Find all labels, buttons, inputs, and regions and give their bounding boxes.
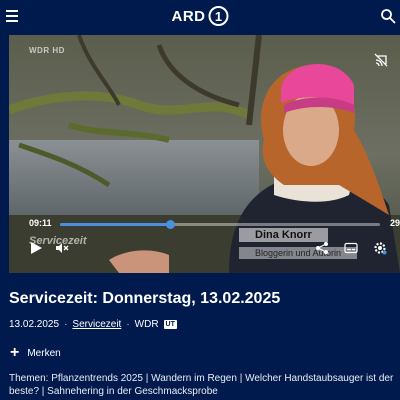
separator: · (64, 319, 68, 330)
progress-bar[interactable] (60, 220, 380, 229)
share-icon[interactable] (315, 241, 329, 255)
hamburger-menu-icon[interactable] (6, 10, 20, 22)
progress-fill (60, 223, 171, 226)
mute-icon[interactable] (55, 241, 69, 255)
ut-badge: UT (163, 320, 177, 329)
current-time: 09:11 (29, 218, 52, 228)
logo-text: ARD (171, 7, 206, 25)
search-icon[interactable] (380, 8, 396, 24)
lower-third-name: Dina Knorr (239, 228, 328, 242)
ard-logo[interactable]: ARD 1 (172, 6, 229, 26)
page-title: Servicezeit: Donnerstag, 13.02.2025 (9, 290, 281, 307)
subtitles-icon[interactable] (344, 241, 358, 255)
lower-third-role: Bloggerin und Autorin (239, 247, 358, 259)
lower-third: Dina Knorr Bloggerin und Autorin (239, 225, 358, 261)
episode-date: 13.02.2025 (9, 319, 60, 330)
play-icon[interactable] (29, 241, 43, 255)
channel-bug: WDR HD (29, 46, 65, 55)
separator: · (126, 319, 130, 330)
channel-name: WDR (134, 319, 159, 330)
episode-meta: 13.02.2025 · Servicezeit · WDR UT (9, 319, 177, 330)
logo-mark: 1 (208, 6, 229, 26)
progress-knob[interactable] (165, 220, 175, 229)
episode-themes: Themen: Pflanzentrends 2025 | Wandern im… (9, 373, 394, 397)
merken-label: Merken (27, 347, 61, 359)
show-link[interactable]: Servicezeit (72, 319, 121, 330)
cast-off-icon[interactable] (374, 53, 388, 67)
end-time: 29 (389, 218, 400, 228)
top-bar: ARD 1 (0, 0, 400, 34)
settings-icon[interactable] (373, 241, 387, 255)
plus-icon: + (10, 344, 20, 361)
merken-button[interactable]: + Merken (10, 344, 61, 361)
video-player[interactable]: WDR HD Dina Knorr Bloggerin und Autorin … (9, 35, 400, 273)
